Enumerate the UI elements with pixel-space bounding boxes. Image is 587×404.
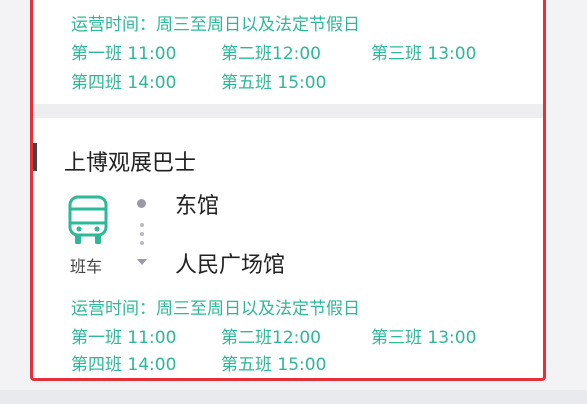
bus-icon — [68, 195, 108, 244]
route-title: 上博观展巴士 — [64, 151, 197, 176]
origin-dot — [137, 199, 146, 208]
route-dots — [140, 223, 144, 250]
bottom-strip — [0, 390, 587, 404]
route-list-frame: 运营时间：周三至周日以及法定节假日 第一班 11:00 第二班12:00 第三班… — [30, 0, 546, 381]
card-separator — [33, 104, 543, 118]
operating-hours: 运营时间：周三至周日以及法定节假日 — [71, 299, 360, 319]
destination-arrow-icon — [137, 259, 147, 265]
trip-time: 第四班 14:00 — [71, 355, 177, 375]
operating-hours: 运营时间：周三至周日以及法定节假日 — [71, 15, 360, 35]
trip-time: 第三班 13:00 — [371, 44, 477, 64]
trip-time: 第三班 13:00 — [371, 328, 477, 348]
trip-time: 第一班 11:00 — [71, 328, 177, 348]
vehicle-type-label: 班车 — [70, 257, 103, 276]
origin-stop: 东馆 — [175, 194, 220, 219]
trip-time: 第四班 14:00 — [71, 73, 177, 93]
trip-time: 第一班 11:00 — [71, 44, 177, 64]
trip-time: 第二班12:00 — [221, 328, 321, 348]
title-accent-bar — [33, 143, 37, 171]
trip-time: 第五班 15:00 — [221, 355, 327, 375]
destination-stop: 人民广场馆 — [175, 253, 286, 278]
trip-time: 第二班12:00 — [221, 44, 321, 64]
trip-time: 第五班 15:00 — [221, 73, 327, 93]
